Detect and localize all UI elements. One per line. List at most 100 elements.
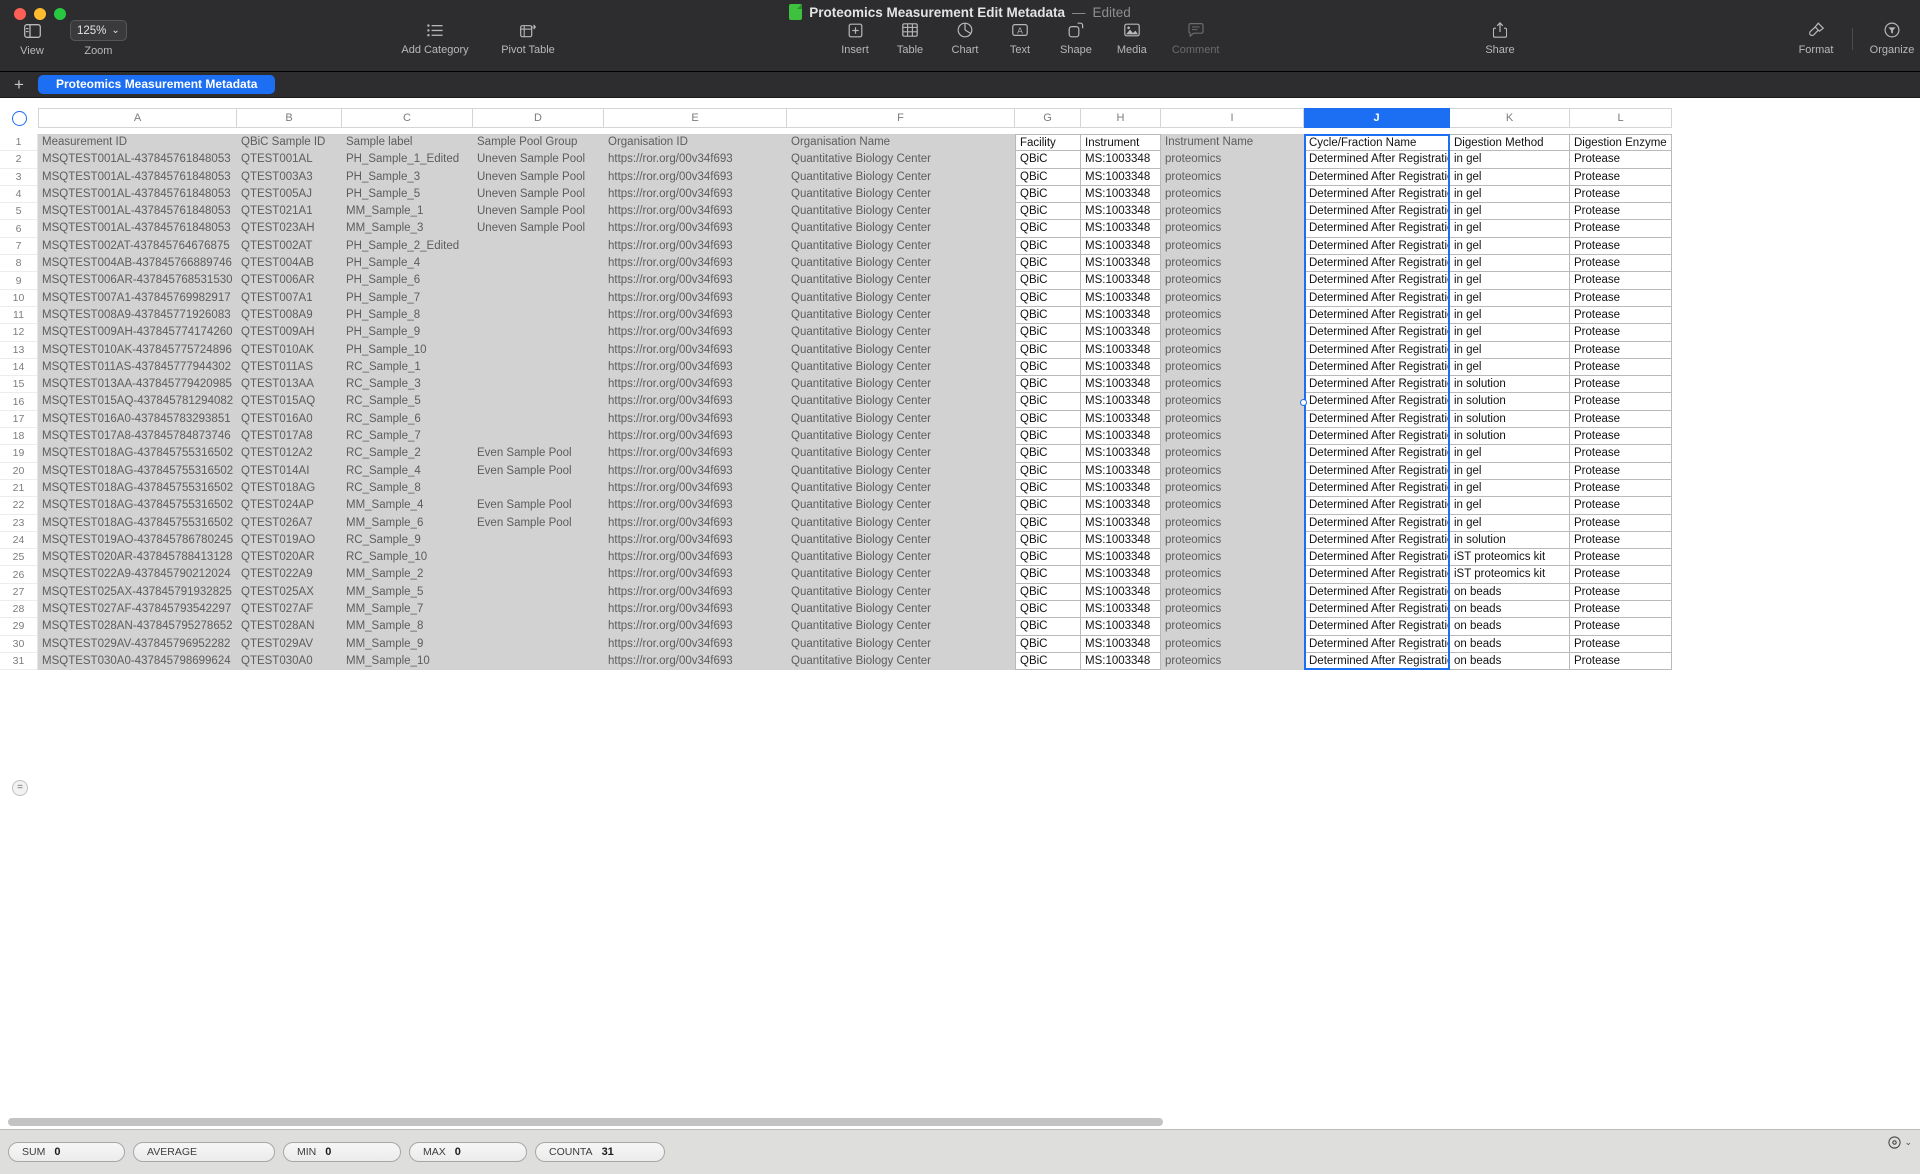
data-cell[interactable] — [473, 237, 604, 256]
data-cell[interactable]: proteomics — [1161, 583, 1304, 602]
add-category-button[interactable]: Add Category — [400, 20, 470, 56]
data-cell[interactable]: proteomics — [1161, 358, 1304, 377]
pivot-table-button[interactable]: Pivot Table — [498, 20, 558, 56]
data-cell[interactable]: Protease — [1570, 151, 1672, 169]
data-cell[interactable]: Determined After Registration — [1304, 428, 1450, 446]
data-cell[interactable]: https://ror.org/00v34f693 — [604, 289, 787, 307]
data-cell[interactable]: PH_Sample_4 — [342, 255, 473, 273]
data-cell[interactable]: Determined After Registration — [1304, 445, 1450, 463]
data-cell[interactable]: Protease — [1570, 393, 1672, 411]
data-cell[interactable]: https://ror.org/00v34f693 — [604, 445, 787, 463]
data-cell[interactable]: proteomics — [1161, 272, 1304, 290]
data-cell[interactable] — [473, 272, 604, 290]
data-cell[interactable]: QBiC — [1015, 479, 1081, 498]
data-cell[interactable]: on beads — [1450, 583, 1570, 602]
data-cell[interactable]: Quantitative Biology Center — [787, 531, 1015, 550]
comment-button[interactable]: Comment — [1172, 20, 1220, 56]
data-cell[interactable]: MM_Sample_4 — [342, 497, 473, 515]
data-cell[interactable]: RC_Sample_3 — [342, 376, 473, 394]
data-cell[interactable]: in gel — [1450, 324, 1570, 342]
data-cell[interactable]: https://ror.org/00v34f693 — [604, 168, 787, 186]
data-cell[interactable]: MSQTEST025AX-437845791932825 — [38, 583, 237, 602]
row-header-28[interactable]: 28 — [0, 601, 38, 619]
data-cell[interactable]: in gel — [1450, 272, 1570, 290]
data-cell[interactable]: in gel — [1450, 445, 1570, 463]
data-cell[interactable]: Determined After Registration — [1304, 410, 1450, 429]
data-cell[interactable]: MS:1003348 — [1081, 237, 1161, 256]
share-button[interactable]: Share — [1477, 20, 1523, 56]
data-cell[interactable]: Protease — [1570, 168, 1672, 186]
column-title-cell[interactable]: QBiC Sample ID — [237, 134, 342, 152]
row-header-6[interactable]: 6 — [0, 220, 38, 238]
data-cell[interactable]: MSQTEST004AB-437845766889746 — [38, 255, 237, 273]
data-cell[interactable]: QTEST030A0 — [237, 652, 342, 671]
data-cell[interactable]: QBiC — [1015, 220, 1081, 238]
data-cell[interactable]: Protease — [1570, 601, 1672, 619]
data-cell[interactable]: proteomics — [1161, 514, 1304, 532]
data-cell[interactable]: in solution — [1450, 376, 1570, 394]
data-cell[interactable]: MM_Sample_10 — [342, 652, 473, 671]
data-cell[interactable]: MS:1003348 — [1081, 514, 1161, 532]
data-cell[interactable]: Determined After Registration — [1304, 151, 1450, 169]
data-cell[interactable]: proteomics — [1161, 376, 1304, 394]
data-cell[interactable]: Protease — [1570, 462, 1672, 480]
data-cell[interactable]: Protease — [1570, 583, 1672, 602]
data-cell[interactable]: Determined After Registration — [1304, 566, 1450, 584]
data-cell[interactable]: Determined After Registration — [1304, 272, 1450, 290]
data-cell[interactable]: QTEST025AX — [237, 583, 342, 602]
data-cell[interactable]: QTEST014AI — [237, 462, 342, 480]
data-cell[interactable]: Determined After Registration — [1304, 203, 1450, 221]
data-cell[interactable] — [473, 410, 604, 429]
data-cell[interactable]: Protease — [1570, 255, 1672, 273]
data-cell[interactable]: Determined After Registration — [1304, 306, 1450, 325]
data-cell[interactable]: MM_Sample_5 — [342, 583, 473, 602]
data-cell[interactable]: MS:1003348 — [1081, 462, 1161, 480]
data-cell[interactable]: QTEST015AQ — [237, 393, 342, 411]
insert-button[interactable]: Insert — [840, 20, 870, 56]
data-cell[interactable]: MSQTEST006AR-437845768531530 — [38, 272, 237, 290]
data-cell[interactable]: Uneven Sample Pool — [473, 151, 604, 169]
column-header-l[interactable]: L — [1570, 108, 1672, 128]
column-title-cell[interactable]: Digestion Enzyme — [1570, 134, 1672, 152]
data-cell[interactable]: proteomics — [1161, 566, 1304, 584]
data-cell[interactable]: MSQTEST019AO-437845786780245 — [38, 531, 237, 550]
data-cell[interactable]: MS:1003348 — [1081, 203, 1161, 221]
data-cell[interactable]: Quantitative Biology Center — [787, 358, 1015, 377]
data-cell[interactable]: proteomics — [1161, 168, 1304, 186]
data-cell[interactable]: proteomics — [1161, 652, 1304, 671]
row-header-23[interactable]: 23 — [0, 514, 38, 532]
data-cell[interactable]: QBiC — [1015, 601, 1081, 619]
column-title-cell[interactable]: Organisation ID — [604, 134, 787, 152]
data-cell[interactable]: https://ror.org/00v34f693 — [604, 497, 787, 515]
data-cell[interactable]: in solution — [1450, 428, 1570, 446]
data-cell[interactable]: on beads — [1450, 601, 1570, 619]
data-cell[interactable]: iST proteomics kit — [1450, 549, 1570, 567]
data-cell[interactable]: QBiC — [1015, 514, 1081, 532]
data-cell[interactable]: MS:1003348 — [1081, 168, 1161, 186]
row-header-14[interactable]: 14 — [0, 358, 38, 377]
status-pill-max[interactable]: MAX 0 — [409, 1142, 527, 1162]
data-cell[interactable]: Protease — [1570, 341, 1672, 359]
data-cell[interactable]: Determined After Registration — [1304, 168, 1450, 186]
data-cell[interactable]: QBiC — [1015, 566, 1081, 584]
data-cell[interactable]: PH_Sample_3 — [342, 168, 473, 186]
data-cell[interactable]: Quantitative Biology Center — [787, 410, 1015, 429]
data-cell[interactable]: proteomics — [1161, 203, 1304, 221]
data-cell[interactable]: MS:1003348 — [1081, 635, 1161, 653]
data-cell[interactable]: Quantitative Biology Center — [787, 566, 1015, 584]
data-cell[interactable]: Quantitative Biology Center — [787, 393, 1015, 411]
data-cell[interactable]: Even Sample Pool — [473, 462, 604, 480]
view-button[interactable]: View — [10, 21, 54, 57]
data-cell[interactable]: Determined After Registration — [1304, 289, 1450, 307]
data-cell[interactable]: QBiC — [1015, 324, 1081, 342]
row-header-12[interactable]: 12 — [0, 324, 38, 342]
column-title-cell[interactable]: Cycle/Fraction Name — [1304, 134, 1450, 152]
data-cell[interactable]: MSQTEST001AL-437845761848053 — [38, 220, 237, 238]
table-button[interactable]: Table — [895, 20, 925, 56]
data-cell[interactable]: Protease — [1570, 479, 1672, 498]
data-cell[interactable]: MSQTEST009AH-437845774174260 — [38, 324, 237, 342]
data-cell[interactable]: QBiC — [1015, 652, 1081, 671]
data-cell[interactable]: QBiC — [1015, 445, 1081, 463]
data-cell[interactable]: Even Sample Pool — [473, 497, 604, 515]
data-cell[interactable]: RC_Sample_5 — [342, 393, 473, 411]
